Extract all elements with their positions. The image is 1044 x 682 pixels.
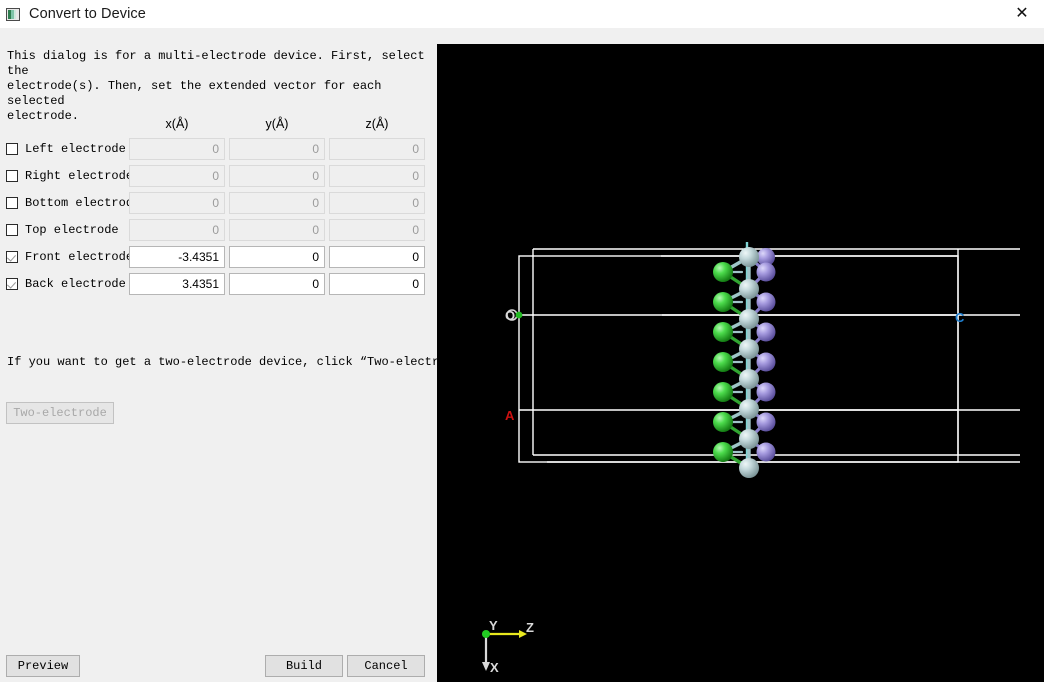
two-electrode-hint: If you want to get a two-electrode devic… [7,355,468,369]
electrode-z-input: 0 [329,192,425,214]
electrode-label: Front electrode [25,250,134,264]
electrode-label: Right electrode [25,169,134,183]
table-row: Right electrode 0 0 0 [0,165,437,187]
atom-cluster [713,247,776,478]
electrode-y-input: 0 [229,165,325,187]
checkbox-icon[interactable] [6,170,18,182]
electrode-x-input: 0 [129,138,225,160]
electrode-z-input: 0 [329,165,425,187]
axis-gizmo: Y Z X [482,618,534,675]
electrode-label: Top electrode [25,223,119,237]
electrode-label: Left electrode [25,142,126,156]
electrode-checkbox-row-1[interactable]: Right electrode [6,165,133,187]
checkbox-icon[interactable] [6,143,18,155]
table-row: Top electrode 0 0 0 [0,219,437,241]
electrode-x-input[interactable]: -3.4351 [129,246,225,268]
label-c: C [955,310,965,325]
column-header-y: y(Å) [265,117,289,131]
electrode-z-input: 0 [329,138,425,160]
close-icon[interactable]: ✕ [1000,0,1044,28]
table-row: Left electrode 0 0 0 [0,138,437,160]
cancel-button[interactable]: Cancel [347,655,425,677]
electrode-x-input: 0 [129,192,225,214]
electrode-z-input: 0 [329,219,425,241]
atoms-green [713,262,733,462]
table-row: Bottom electrode 0 0 0 [0,192,437,214]
structure-canvas: O A C Y Z X [482,242,1020,675]
label-origin: O [505,308,515,323]
electrode-y-input: 0 [229,138,325,160]
origin-dot [515,311,523,319]
electrode-checkbox-row-3[interactable]: Top electrode [6,219,119,241]
gizmo-label-z: Z [526,620,534,635]
electrode-checkbox-row-5[interactable]: Back electrode [6,273,126,295]
electrode-z-input[interactable]: 0 [329,273,425,295]
column-header-x: x(Å) [165,117,189,131]
electrode-label: Back electrode [25,277,126,291]
electrode-checkbox-row-0[interactable]: Left electrode [6,138,126,160]
electrode-checkbox-row-2[interactable]: Bottom electrode [6,192,140,214]
two-electrode-button[interactable]: Two-electrode [6,402,114,424]
electrode-x-input[interactable]: 3.4351 [129,273,225,295]
table-row: Front electrode -3.4351 0 0 [0,246,437,268]
electrode-y-input: 0 [229,192,325,214]
electrode-y-input[interactable]: 0 [229,246,325,268]
window-title: Convert to Device [29,6,146,22]
checkbox-icon[interactable] [6,278,18,290]
title-bar: Convert to Device ✕ [0,0,1044,28]
checkbox-icon[interactable] [6,251,18,263]
app-icon [6,7,20,21]
electrode-x-input: 0 [129,165,225,187]
electrode-y-input[interactable]: 0 [229,273,325,295]
dialog-description: This dialog is for a multi-electrode dev… [7,49,425,123]
checkbox-icon[interactable] [6,197,18,209]
checkbox-icon[interactable] [6,224,18,236]
gizmo-label-y: Y [489,618,498,633]
table-row: Back electrode 3.4351 0 0 [0,273,437,295]
build-button[interactable]: Build [265,655,343,677]
preview-button[interactable]: Preview [6,655,80,677]
electrode-label: Bottom electrode [25,196,141,210]
electrode-x-input: 0 [129,219,225,241]
electrode-y-input: 0 [229,219,325,241]
label-a: A [505,408,515,423]
convert-to-device-dialog: Convert to Device ✕ This dialog is for a… [0,0,1044,682]
electrode-z-input[interactable]: 0 [329,246,425,268]
electrode-checkbox-row-4[interactable]: Front electrode [6,246,133,268]
gizmo-label-x: X [490,660,499,675]
structure-viewer-3d[interactable]: O A C Y Z X [437,44,1044,682]
settings-panel: This dialog is for a multi-electrode dev… [0,28,468,682]
column-header-z: z(Å) [365,117,389,131]
